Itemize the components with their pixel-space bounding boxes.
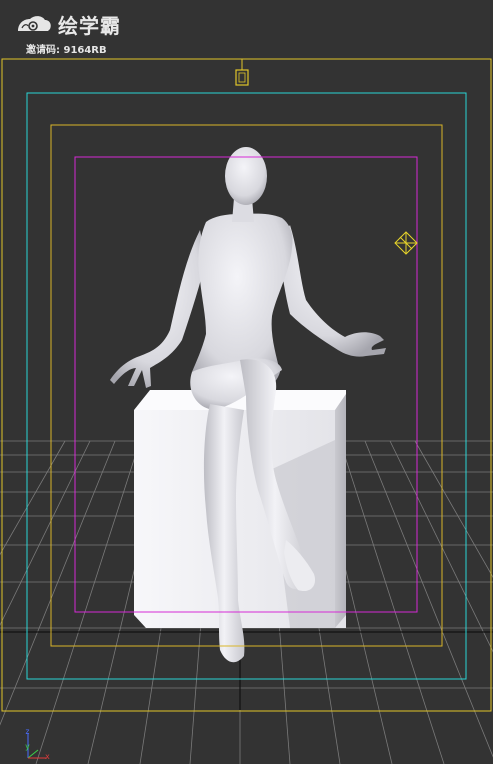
axis-z-label: z [25,727,30,736]
camera-target-icon[interactable] [235,59,249,86]
brand-name: 绘学霸 [58,14,121,38]
light-gizmo-icon[interactable] [394,231,418,255]
viewport-canvas[interactable] [0,0,493,764]
axis-x-label: x [45,752,50,761]
axis-y-label: y [25,742,30,751]
axis-gizmo-icon [27,733,46,759]
invite-code: 邀请码: 9164RB [26,45,107,56]
brand-logo: 绘学霸 [14,10,121,39]
3d-viewport[interactable]: 绘学霸 邀请码: 9164RB z y x [0,0,493,764]
cloud-swirl-logo-icon [18,15,51,31]
